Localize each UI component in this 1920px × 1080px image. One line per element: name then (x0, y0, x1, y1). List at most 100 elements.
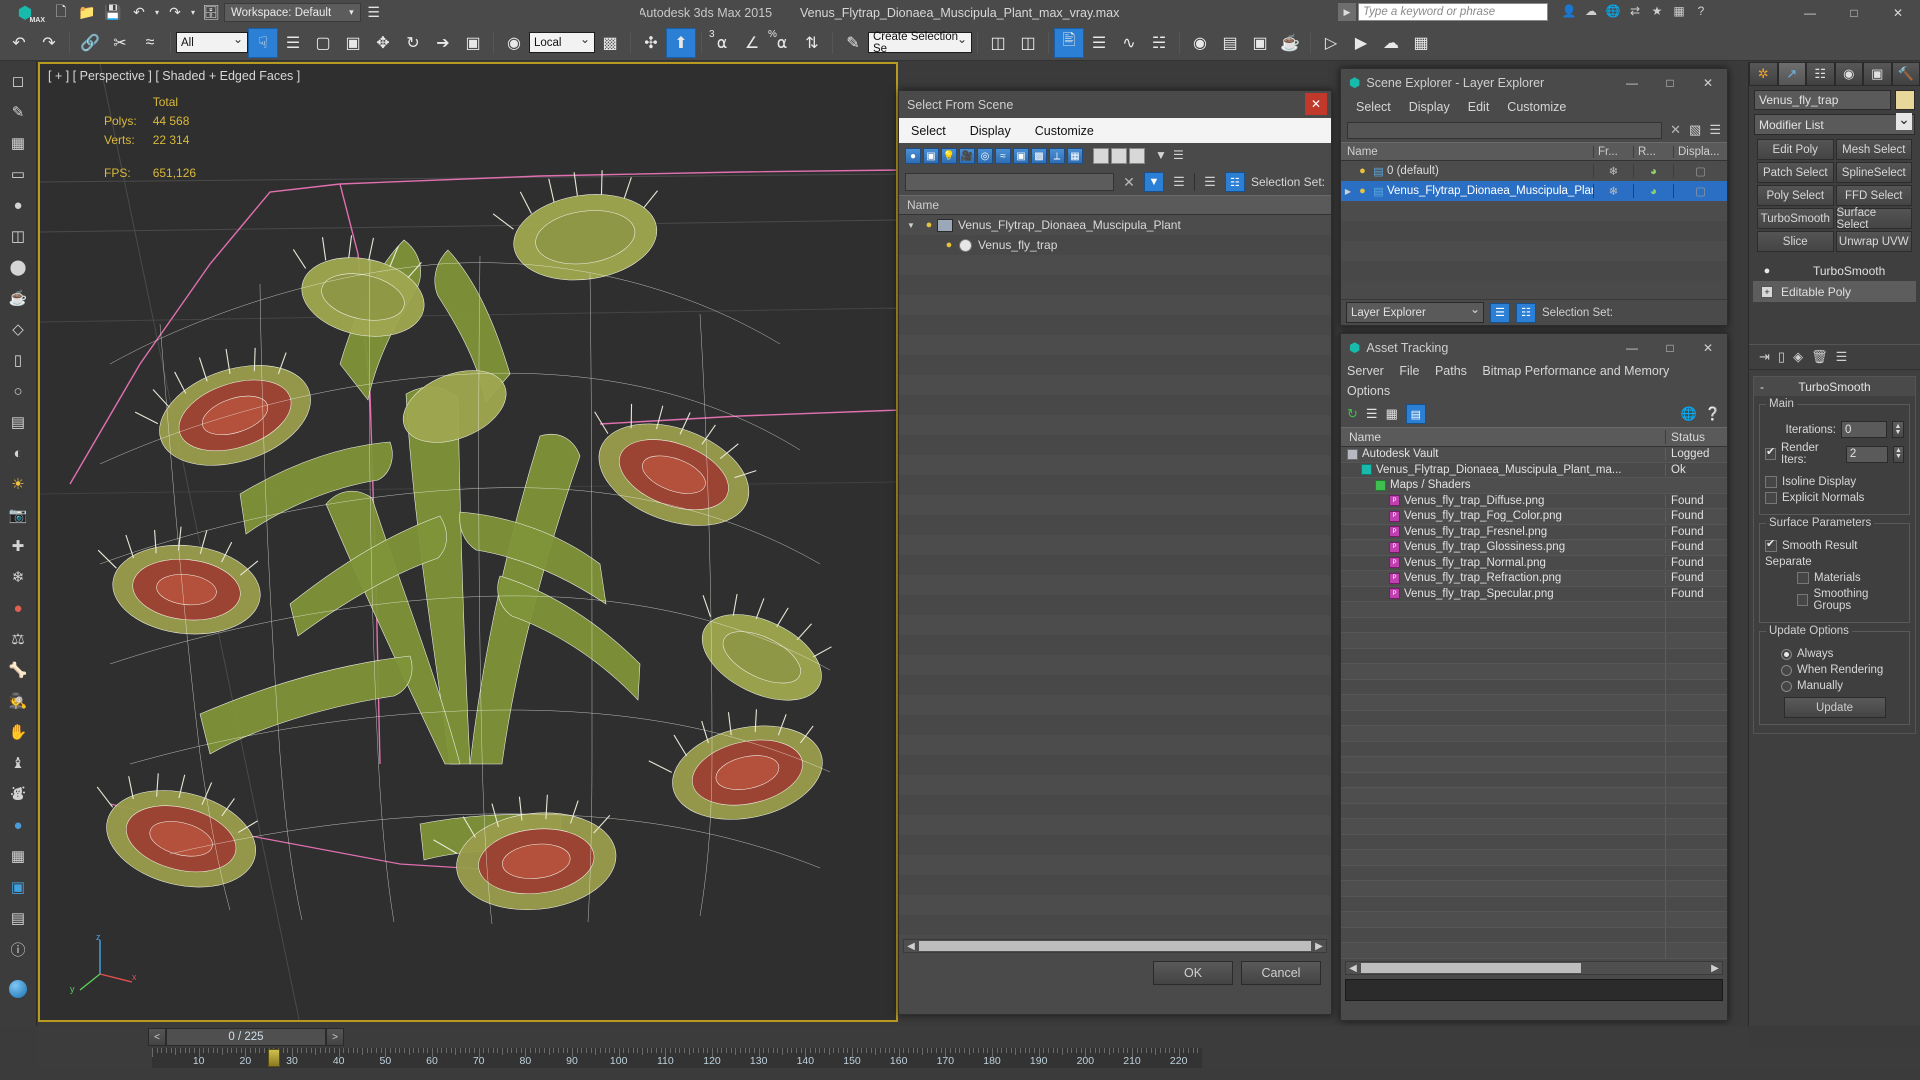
text-shape-icon[interactable]: ▤ (3, 407, 33, 437)
selection-filter-combo[interactable]: All (176, 32, 248, 53)
scene-explorer-column-header[interactable]: Name Fr... R... Displa... (1341, 142, 1727, 161)
render-toggle-icon[interactable]: ◕ (1633, 164, 1673, 178)
scene-explorer-menu-edit[interactable]: Edit (1459, 98, 1499, 116)
signin-icon[interactable]: 👤 (1560, 2, 1578, 20)
light-bulb-icon[interactable]: ● (941, 239, 957, 251)
render-iters-checkbox[interactable] (1765, 445, 1776, 460)
freeze-toggle-icon[interactable]: ❄ (1593, 164, 1633, 178)
column-render[interactable]: R... (1633, 145, 1673, 158)
ribbon-toggle-icon[interactable]: ☰ (1084, 28, 1114, 58)
search-input[interactable]: Type a keyword or phrase (1358, 3, 1548, 21)
filter-geometry-icon[interactable]: ● (905, 148, 921, 164)
activeshade-icon[interactable]: ▶ (1346, 28, 1376, 58)
make-unique-icon[interactable]: ◈ (1793, 349, 1803, 365)
material-preview-swatch[interactable] (3, 974, 33, 1004)
filter-containers-icon[interactable]: ▦ (1067, 148, 1083, 164)
schematic-view-icon[interactable]: ☵ (1144, 28, 1174, 58)
layers-icon[interactable]: ☰ (1170, 174, 1188, 190)
time-slider-handle[interactable] (268, 1049, 280, 1067)
new-file-icon[interactable]: 🗋 (48, 2, 74, 24)
close-button[interactable]: ✕ (1876, 0, 1920, 25)
asset-menu-server[interactable]: Server (1347, 364, 1396, 378)
column-frozen[interactable]: Fr... (1593, 145, 1633, 158)
scroll-thumb[interactable] (919, 941, 1311, 951)
scroll-right-icon[interactable]: ▶ (1312, 941, 1326, 952)
explicit-normals-checkbox[interactable] (1765, 492, 1777, 504)
filter-helpers-icon[interactable]: ◎ (977, 148, 993, 164)
expand-all-icon[interactable] (1129, 148, 1145, 164)
modifier-stack[interactable]: ● TurboSmooth + Editable Poly (1753, 260, 1916, 302)
scroll-thumb[interactable] (1361, 963, 1581, 973)
teapot-tool-icon[interactable]: ☕ (3, 283, 33, 313)
render-setup-icon[interactable]: ▤ (1215, 28, 1245, 58)
circle-shape-icon[interactable]: ○ (3, 376, 33, 406)
modifier-list-dropdown[interactable]: Modifier List (1754, 113, 1915, 135)
asset-menu-bitmap[interactable]: Bitmap Performance and Memory (1482, 364, 1681, 378)
asset-menu-paths[interactable]: Paths (1435, 364, 1479, 378)
filter-shapes-icon[interactable]: ▣ (923, 148, 939, 164)
list-columns-icon[interactable]: ☰ (1173, 148, 1189, 164)
select-and-link-icon[interactable]: 🔗 (75, 28, 105, 58)
selection-set-icon[interactable]: ☷ (1224, 172, 1245, 192)
pin-stack-icon[interactable]: ⇥ (1759, 349, 1770, 365)
display-toggle-icon[interactable]: ▢ (1673, 164, 1727, 178)
biped-icon[interactable]: 🕵 (3, 686, 33, 716)
material-sphere-icon[interactable]: ● (3, 810, 33, 840)
undo-button[interactable]: ↶ (4, 28, 34, 58)
scene-explorer-clear-icon[interactable]: ✕ (1670, 122, 1681, 138)
prev-frame-button[interactable]: < (148, 1028, 166, 1046)
light-omni-icon[interactable]: ☀ (3, 469, 33, 499)
redo-icon[interactable]: ↷ (162, 2, 188, 24)
uv-unwrap-icon[interactable]: ▦ (3, 841, 33, 871)
context-help-icon[interactable]: ❔ (1705, 406, 1721, 422)
menu-select[interactable]: Select (911, 124, 946, 138)
current-frame-field[interactable]: 0 / 225 (166, 1028, 326, 1046)
helper-icon[interactable]: ✚ (3, 531, 33, 561)
angle-snap-toggle-icon[interactable]: ∠ (737, 28, 767, 58)
modifier-button-slice[interactable]: Slice (1757, 231, 1834, 252)
keyboard-shortcut-override-icon[interactable]: ⬆ (666, 27, 696, 58)
undo-dropdown-icon[interactable]: ▾ (152, 2, 162, 24)
filter-lights-icon[interactable]: 💡 (941, 148, 957, 164)
filter-bones-icon[interactable]: ⟂ (1049, 148, 1065, 164)
detail-view-icon[interactable]: ▦ (1386, 406, 1398, 422)
shape-line-icon[interactable]: ◇ (3, 314, 33, 344)
smoothing-groups-checkbox[interactable] (1797, 594, 1809, 606)
asset-row[interactable]: P Venus_fly_trap_Normal.png Found (1341, 555, 1727, 571)
scene-explorer-menu-display[interactable]: Display (1400, 98, 1459, 116)
help-icon[interactable]: ? (1692, 2, 1710, 20)
render-in-cloud-icon[interactable]: ☁ (1376, 28, 1406, 58)
scene-explorer-menu-select[interactable]: Select (1347, 98, 1400, 116)
asset-tracking-close-button[interactable]: ✕ (1689, 334, 1727, 361)
search-expand-icon[interactable]: ▶ (1338, 3, 1356, 21)
always-radio[interactable] (1781, 648, 1792, 660)
object-name-input[interactable]: Venus_fly_trap (1754, 90, 1891, 110)
bind-to-space-warp-icon[interactable]: ≈ (135, 28, 165, 58)
asset-row[interactable]: P Venus_fly_trap_Refraction.png Found (1341, 571, 1727, 587)
asset-tracking-rows[interactable]: Autodesk Vault Logged Venus_Flytrap_Dionae… (1341, 447, 1727, 959)
maximize-button[interactable]: □ (1832, 0, 1876, 25)
light-bulb-icon[interactable]: ● (1355, 165, 1370, 177)
list-view-icon[interactable]: ☰ (1366, 406, 1378, 422)
use-pivot-point-center-icon[interactable]: ▩ (595, 28, 625, 58)
workspace-overflow-icon[interactable]: ☰ (361, 2, 387, 24)
asset-column-status[interactable]: Status (1665, 430, 1727, 444)
find-input[interactable] (905, 173, 1114, 191)
select-and-place-icon[interactable]: ▣ (458, 28, 488, 58)
footer-selection-set-icon[interactable]: ☷ (1516, 302, 1536, 323)
menu-display[interactable]: Display (970, 124, 1011, 138)
filter-cameras-icon[interactable]: 🎥 (959, 148, 975, 164)
scene-explorer-minimize-button[interactable]: — (1613, 69, 1651, 96)
hair-fur-icon[interactable]: ♝ (3, 748, 33, 778)
redo-button[interactable]: ↷ (34, 28, 64, 58)
select-and-rotate-icon[interactable]: ↻ (398, 28, 428, 58)
asset-column-name[interactable]: Name (1341, 430, 1665, 444)
iterations-input[interactable]: 0 (1841, 421, 1887, 438)
asset-menu-options[interactable]: Options (1347, 381, 1727, 401)
lightbulb-modifier-icon[interactable]: ● (1761, 265, 1773, 277)
spacewarp-icon[interactable]: ❄ (3, 562, 33, 592)
filter-funnel-icon[interactable]: ▼ (1155, 148, 1171, 164)
ok-button[interactable]: OK (1153, 961, 1233, 985)
manually-radio[interactable] (1781, 680, 1792, 692)
exchange-icon[interactable]: ⇄ (1626, 2, 1644, 20)
